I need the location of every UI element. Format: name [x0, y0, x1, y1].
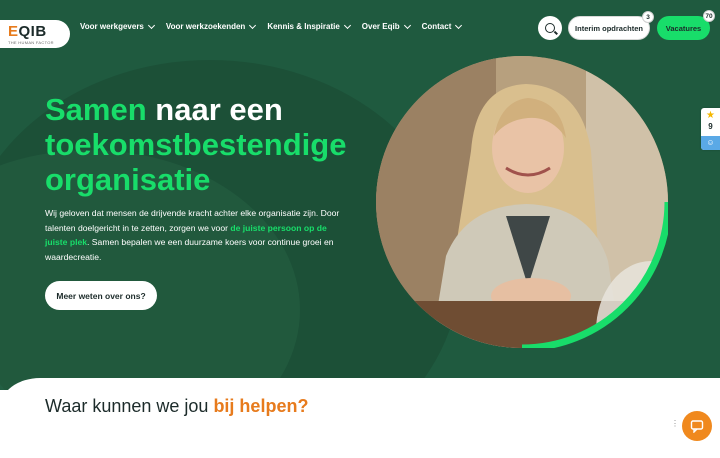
rating-widget[interactable]: ★ 9 ☺ — [701, 108, 720, 150]
chevron-down-icon — [455, 21, 463, 29]
main-navigation: Voor werkgevers Voor werkzoekenden Kenni… — [80, 21, 473, 31]
chat-icon — [690, 420, 704, 433]
vacatures-count-badge: 70 — [703, 10, 715, 22]
rating-widget-icon: ☺ — [701, 136, 720, 150]
nav-item-contact[interactable]: Contact — [422, 21, 463, 31]
hero-title: Samen naar een toekomstbestendige organi… — [45, 92, 347, 197]
decorative-green-arc — [521, 201, 668, 348]
section-title: Waar kunnen we jou bij helpen? — [45, 396, 309, 416]
search-icon — [545, 23, 555, 33]
interim-count-badge: 3 — [642, 11, 654, 23]
chat-button[interactable] — [682, 411, 712, 441]
nav-item-werkgevers[interactable]: Voor werkgevers — [80, 21, 155, 31]
chevron-down-icon — [147, 21, 155, 29]
meer-weten-button[interactable]: Meer weten over ons? — [45, 281, 157, 310]
content-section-background — [0, 378, 720, 458]
logo-tagline: THE HUMAN FACTOR — [8, 39, 54, 45]
nav-item-over-eqib[interactable]: Over Eqib — [362, 21, 411, 31]
chevron-down-icon — [343, 21, 351, 29]
nav-item-kennis-inspiratie[interactable]: Kennis & Inspiratie — [267, 21, 351, 31]
eqib-logo[interactable]: EQIB THE HUMAN FACTOR — [0, 20, 70, 48]
rating-score: 9 — [708, 122, 713, 131]
vacatures-button[interactable]: Vacatures 70 — [657, 10, 715, 40]
hero-lead-text: Wij geloven dat mensen de drijvende krac… — [45, 208, 340, 262]
search-button[interactable] — [538, 16, 562, 40]
logo-wordmark: EQIB — [8, 22, 47, 40]
nav-item-werkzoekenden[interactable]: Voor werkzoekenden — [166, 21, 257, 31]
star-icon: ★ — [706, 110, 715, 121]
chevron-down-icon — [249, 21, 257, 29]
interim-opdrachten-button[interactable]: Interim opdrachten 3 — [568, 11, 654, 40]
chevron-down-icon — [403, 21, 411, 29]
